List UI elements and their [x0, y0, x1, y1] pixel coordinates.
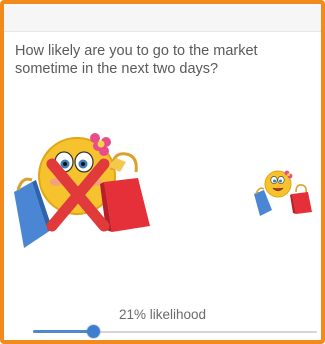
red-bag-icon — [290, 184, 312, 214]
slider-thumb[interactable] — [86, 325, 100, 338]
shopping-emoji-icon[interactable] — [250, 164, 314, 220]
question-text: How likely are you to go to the market s… — [15, 43, 258, 77]
likelihood-value-label: 21% likelihood — [118, 307, 207, 322]
shopping-emoji-crossed-out-icon[interactable] — [12, 124, 152, 254]
emoji-face — [264, 170, 293, 198]
slider-fill — [33, 330, 93, 333]
top-bar — [4, 4, 321, 32]
survey-card: How likely are you to go to the market s… — [0, 0, 325, 344]
likelihood-slider[interactable] — [33, 322, 317, 340]
